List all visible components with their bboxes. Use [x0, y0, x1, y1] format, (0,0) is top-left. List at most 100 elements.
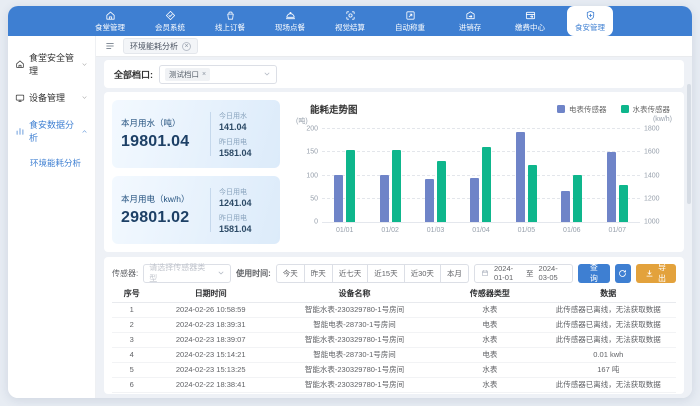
table-body: 12024-02-26 10:58:59智能水表-230329780-1号房间水… — [112, 302, 676, 392]
sensor-select[interactable]: 请选择传感器类型 — [143, 264, 231, 283]
nav-item-onsite-order[interactable]: 现场点餐 — [267, 6, 313, 36]
range-button-3[interactable]: 近15天 — [368, 264, 404, 283]
nav-item-vision-checkout[interactable]: 视觉结算 — [327, 6, 373, 36]
nav-item-canteen-manage[interactable]: 食堂管理 — [87, 6, 133, 36]
left-axis-tick: 100 — [294, 172, 318, 179]
table-header-cell: 日期时间 — [151, 285, 269, 302]
nav-item-online-order[interactable]: 线上订餐 — [207, 6, 253, 36]
main-window: 食堂管理会员系统线上订餐现场点餐 视觉结算 自动称重进销存缴费中心食安管理 食堂安全… — [8, 6, 692, 398]
table-row[interactable]: 52024-02-23 15:13:25智能水表-230329780-1号房间水… — [112, 362, 676, 377]
table-row[interactable]: 12024-02-26 10:58:59智能水表-230329780-1号房间水… — [112, 302, 676, 317]
stall-filter-card: 全部档口: 测试档口 × — [104, 60, 684, 88]
range-button-2[interactable]: 近七天 — [333, 264, 369, 283]
table-cell: 2024-02-23 18:39:07 — [151, 332, 269, 347]
stat-sub-pair: 昨日用电1581.04 — [219, 137, 271, 158]
vision-checkout-icon — [345, 10, 356, 21]
tab-label: 环境能耗分析 — [130, 41, 178, 52]
bar-group — [322, 129, 367, 222]
sidebar-item-device-manage[interactable]: 设备管理 — [8, 84, 95, 111]
sidebar-item-data-analysis[interactable]: 食安数据分析 — [8, 111, 95, 151]
stat-sub-label: 昨日用电 — [219, 137, 271, 147]
bar-group — [458, 129, 503, 222]
table-row[interactable]: 32024-02-23 18:39:07智能水表-230329780-1号房间水… — [112, 332, 676, 347]
sidebar-item-canteen-safety[interactable]: 食堂安全管理 — [8, 44, 95, 84]
bar-电表传感器 — [607, 152, 616, 222]
legend-item[interactable]: 水表传感器 — [621, 104, 671, 115]
table-cell: 水表 — [439, 362, 541, 377]
table-cell: 2024-02-23 15:14:21 — [151, 347, 269, 362]
table-cell: 智能电表-28730-1号房间 — [270, 317, 439, 332]
right-axis-tick: 1400 — [644, 172, 672, 179]
bar-电表传感器 — [334, 175, 343, 222]
stat-sub-label: 今日用水 — [219, 111, 271, 121]
legend-swatch — [621, 105, 629, 113]
left-axis-tick: 0 — [294, 219, 318, 226]
member-system-icon — [165, 10, 176, 21]
stat-divider — [210, 112, 211, 156]
table-cell: 2024-02-23 18:39:31 — [151, 317, 269, 332]
time-filter-label: 使用时间: — [236, 268, 271, 279]
sidebar-subitem-env-energy[interactable]: 环境能耗分析 — [8, 151, 95, 175]
refresh-button[interactable] — [615, 264, 631, 283]
table-cell: 1 — [112, 302, 151, 317]
sidebar-item-label: 设备管理 — [29, 91, 65, 104]
nav-item-inventory[interactable]: 进销存 — [447, 6, 493, 36]
left-axis-tick: 150 — [294, 149, 318, 156]
tab-env-energy[interactable]: 环境能耗分析 × — [123, 38, 198, 54]
table-cell: 此传感器已离线，无法获取数据 — [541, 317, 676, 332]
table-cell: 5 — [112, 362, 151, 377]
range-button-0[interactable]: 今天 — [276, 264, 305, 283]
table-cell: 此传感器已离线，无法获取数据 — [541, 302, 676, 317]
x-axis-tick: 01/01 — [322, 227, 367, 234]
nav-item-auto-weigh[interactable]: 自动称重 — [387, 6, 433, 36]
legend-label: 电表传感器 — [569, 104, 607, 115]
canteen-safety-icon — [15, 59, 25, 69]
search-button[interactable]: 查 询 — [578, 264, 610, 283]
table-row[interactable]: 42024-02-23 15:14:21智能电表-28730-1号房间电表0.0… — [112, 347, 676, 362]
legend-swatch — [557, 105, 565, 113]
tag-close-icon[interactable]: × — [202, 71, 206, 78]
nav-item-member-system[interactable]: 会员系统 — [147, 6, 193, 36]
stat-main: 本月用水（吨）19801.04 — [121, 117, 202, 151]
tab-close-icon[interactable]: × — [182, 42, 191, 51]
top-nav: 食堂管理会员系统线上订餐现场点餐 视觉结算 自动称重进销存缴费中心食安管理 — [8, 6, 692, 36]
x-axis-tick: 01/03 — [413, 227, 458, 234]
range-button-4[interactable]: 近30天 — [405, 264, 441, 283]
table-cell: 6 — [112, 377, 151, 392]
table-header-row: 序号日期时间设备名称传感器类型数据 — [112, 285, 676, 302]
bar-水表传感器 — [392, 150, 401, 222]
nav-item-label: 现场点餐 — [275, 22, 305, 33]
legend-item[interactable]: 电表传感器 — [557, 104, 607, 115]
stall-select[interactable]: 测试档口 × — [159, 65, 277, 84]
canteen-manage-icon — [105, 10, 116, 21]
date-range-picker[interactable]: 2024-01-01 至 2024-03-05 — [474, 264, 573, 283]
range-button-5[interactable]: 本月 — [441, 264, 469, 283]
bar-电表传感器 — [425, 179, 434, 222]
chart-plot-area: (吨) (kw/h) 050100150200 1000120014001600… — [292, 116, 676, 244]
nav-item-food-safety[interactable]: 食安管理 — [567, 6, 613, 36]
nav-item-label: 视觉结算 — [335, 22, 365, 33]
tab-strip: 环境能耗分析 × — [96, 36, 692, 57]
scrollbar-thumb[interactable] — [687, 84, 691, 204]
payment-center-icon — [525, 10, 536, 21]
stat-sub-pair: 今日用水141.04 — [219, 111, 271, 132]
stat-sub-pair: 今日用电1241.04 — [219, 187, 271, 208]
records-card: 传感器: 请选择传感器类型 使用时间: 今天昨天近七天近15天近30天本月 — [104, 257, 684, 394]
table-cell: 167 吨 — [541, 362, 676, 377]
bar-电表传感器 — [516, 132, 525, 222]
table-cell: 0.01 kwh — [541, 347, 676, 362]
table-row[interactable]: 22024-02-23 18:39:31智能电表-28730-1号房间电表此传感… — [112, 317, 676, 332]
overview-card: 本月用水（吨）19801.04今日用水141.04昨日用电1581.04本月用电… — [104, 92, 684, 252]
range-button-1[interactable]: 昨天 — [305, 264, 333, 283]
calendar-icon — [481, 269, 489, 277]
bar-电表传感器 — [470, 178, 479, 222]
export-button[interactable]: 导出 — [636, 264, 676, 283]
nav-item-payment-center[interactable]: 缴费中心 — [507, 6, 553, 36]
table-row[interactable]: 62024-02-22 18:38:41智能水表-230329780-1号房间水… — [112, 377, 676, 392]
table-cell: 水表 — [439, 377, 541, 392]
stat-divider — [210, 188, 211, 232]
menu-collapse-icon[interactable] — [105, 41, 115, 51]
chart-title: 能耗走势图 — [310, 102, 358, 116]
app-window: 食堂管理会员系统线上订餐现场点餐 视觉结算 自动称重进销存缴费中心食安管理 食堂安全… — [0, 0, 700, 406]
chevron-down-icon — [263, 70, 271, 78]
